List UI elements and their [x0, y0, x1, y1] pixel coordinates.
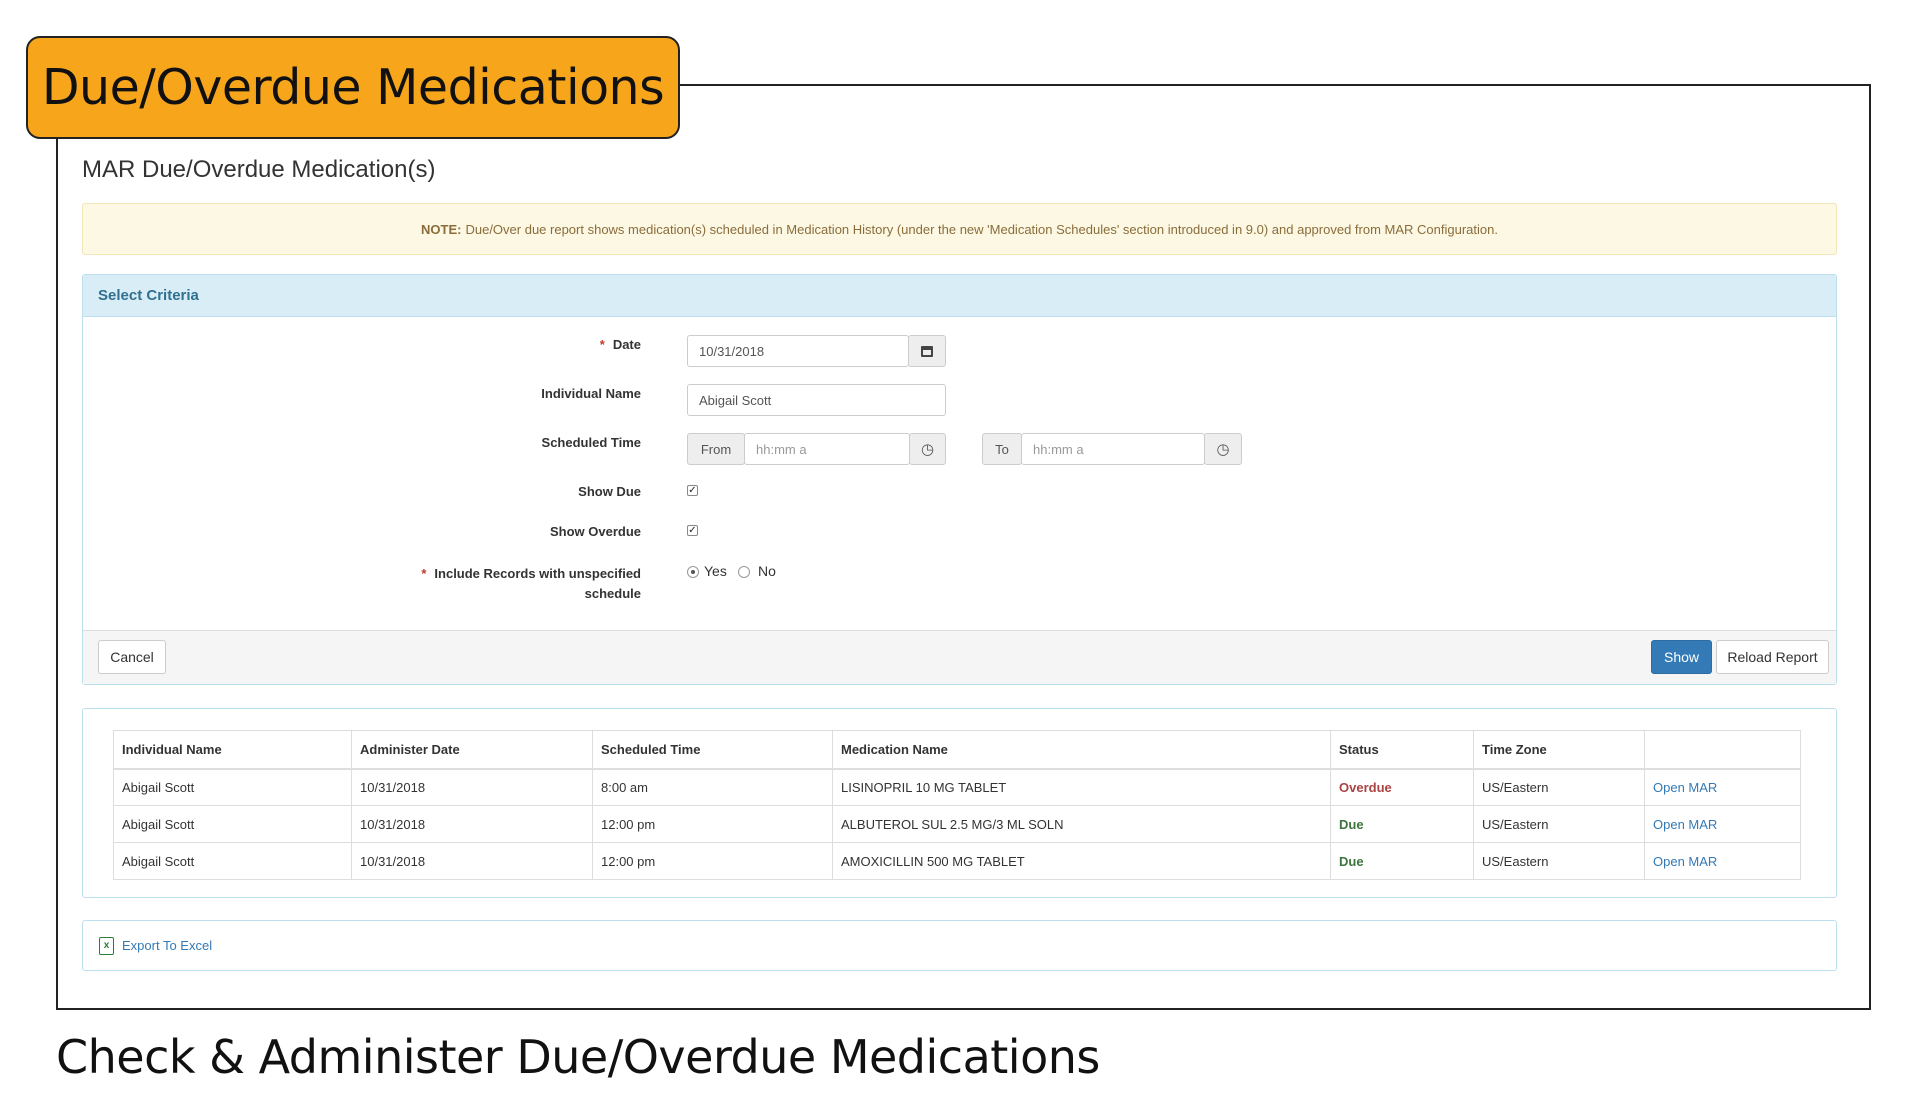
include-yes-radio[interactable]: [687, 566, 699, 578]
caption: Check & Administer Due/Overdue Medicatio…: [56, 1030, 1100, 1084]
calendar-icon: [921, 345, 933, 357]
clock-icon: ◷: [920, 441, 935, 458]
col-medication-name: Medication Name: [832, 730, 1331, 770]
cell-status: Due: [1330, 842, 1474, 880]
cell-administer-date: 10/31/2018: [351, 842, 593, 880]
cell-scheduled-time: 8:00 am: [592, 768, 833, 806]
calendar-button[interactable]: [908, 335, 946, 367]
time-label: Scheduled Time: [541, 435, 641, 450]
show-overdue-label: Show Overdue: [549, 524, 641, 539]
cell-time-zone: US/Eastern: [1473, 768, 1645, 806]
col-action: [1644, 730, 1801, 770]
cell-status: Due: [1330, 805, 1474, 843]
col-individual-name: Individual Name: [113, 730, 352, 770]
open-mar-link[interactable]: Open MAR: [1644, 842, 1801, 880]
include-yes-label[interactable]: Yes: [704, 563, 727, 579]
note-alert: NOTE: Due/Over due report shows medicati…: [82, 203, 1837, 255]
col-status: Status: [1330, 730, 1474, 770]
note-label: NOTE:: [421, 221, 462, 237]
table-row: Abigail Scott 10/31/2018 12:00 pm ALBUTE…: [113, 805, 1801, 843]
criteria-footer: Cancel Show Reload Report: [83, 630, 1836, 684]
export-panel: x Export To Excel: [82, 920, 1837, 971]
col-time-zone: Time Zone: [1473, 730, 1645, 770]
table-header-row: Individual Name Administer Date Schedule…: [113, 730, 1801, 770]
cell-medication-name: AMOXICILLIN 500 MG TABLET: [832, 842, 1331, 880]
table-row: Abigail Scott 10/31/2018 12:00 pm AMOXIC…: [113, 842, 1801, 880]
include-no-radio[interactable]: [738, 566, 750, 578]
include-records-label: * Include Records with unspecified schedu…: [421, 566, 641, 601]
clock-icon: ◷: [1216, 441, 1230, 458]
cell-scheduled-time: 12:00 pm: [592, 805, 833, 843]
cancel-button[interactable]: Cancel: [98, 640, 166, 674]
show-due-label: Show Due: [578, 484, 641, 499]
show-button[interactable]: Show: [1651, 640, 1712, 674]
cell-medication-name: LISINOPRIL 10 MG TABLET: [832, 768, 1331, 806]
cell-individual-name: Abigail Scott: [113, 768, 352, 806]
table-row: Abigail Scott 10/31/2018 8:00 am LISINOP…: [113, 768, 1801, 806]
col-administer-date: Administer Date: [351, 730, 593, 770]
results-table: Individual Name Administer Date Schedule…: [113, 730, 1801, 880]
cell-time-zone: US/Eastern: [1473, 805, 1645, 843]
name-label: Individual Name: [541, 386, 641, 401]
cell-administer-date: 10/31/2018: [351, 768, 593, 806]
to-clock-button[interactable]: ◷: [1204, 433, 1242, 465]
open-mar-link[interactable]: Open MAR: [1644, 805, 1801, 843]
include-no-label[interactable]: No: [758, 563, 776, 579]
cell-individual-name: Abigail Scott: [113, 842, 352, 880]
date-input[interactable]: 10/31/2018: [687, 335, 909, 367]
cell-time-zone: US/Eastern: [1473, 842, 1645, 880]
cell-status: Overdue: [1330, 768, 1474, 806]
export-to-excel-link[interactable]: Export To Excel: [122, 938, 212, 953]
date-label: * Date: [599, 337, 641, 352]
cell-medication-name: ALBUTEROL SUL 2.5 MG/3 ML SOLN: [832, 805, 1331, 843]
note-text: Due/Over due report shows medication(s) …: [465, 221, 1498, 237]
show-overdue-checkbox[interactable]: ✓: [687, 525, 698, 536]
col-scheduled-time: Scheduled Time: [592, 730, 833, 770]
banner-title: Due/Overdue Medications: [26, 36, 680, 139]
required-mark: *: [599, 337, 605, 352]
name-input[interactable]: Abigail Scott: [687, 384, 946, 416]
excel-icon[interactable]: x: [99, 936, 114, 955]
to-time-input[interactable]: hh:mm a: [1021, 433, 1205, 465]
show-due-checkbox[interactable]: ✓: [687, 485, 698, 496]
open-mar-link[interactable]: Open MAR: [1644, 768, 1801, 806]
from-addon: From: [687, 433, 745, 465]
page-title: MAR Due/Overdue Medication(s): [82, 156, 436, 183]
cell-administer-date: 10/31/2018: [351, 805, 593, 843]
criteria-panel: Select Criteria * Date 10/31/2018 Individ…: [82, 274, 1837, 685]
cell-scheduled-time: 12:00 pm: [592, 842, 833, 880]
to-addon: To: [982, 433, 1022, 465]
results-panel: Individual Name Administer Date Schedule…: [82, 708, 1837, 898]
from-time-input[interactable]: hh:mm a: [744, 433, 910, 465]
from-clock-button[interactable]: ◷: [909, 433, 946, 465]
reload-report-button[interactable]: Reload Report: [1716, 640, 1829, 674]
cell-individual-name: Abigail Scott: [113, 805, 352, 843]
criteria-heading: Select Criteria: [83, 275, 1836, 317]
